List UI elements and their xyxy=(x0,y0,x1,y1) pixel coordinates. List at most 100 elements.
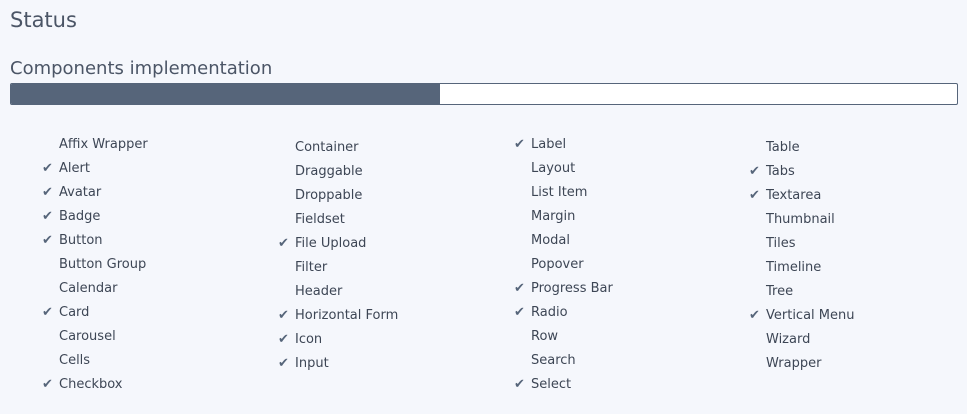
component-label: Carousel xyxy=(59,329,116,344)
component-label: List Item xyxy=(531,185,588,200)
component-list-item: Carousel xyxy=(59,325,148,349)
component-list-item: Timeline xyxy=(766,256,855,280)
component-list-item: Draggable xyxy=(295,160,398,184)
component-list-column-4: Table ✔ Tabs ✔ Textarea Thumbnail Tiles Timelin… xyxy=(749,136,855,376)
component-label: Popover xyxy=(531,257,584,272)
component-label: Table xyxy=(766,140,800,155)
component-label: Tiles xyxy=(766,236,796,251)
component-label: Container xyxy=(295,140,359,155)
check-icon: ✔ xyxy=(749,188,760,203)
status-page: Status Components implementation Affix W… xyxy=(0,0,967,414)
component-list-item: ✔ Avatar xyxy=(42,181,148,205)
component-list-item: Tiles xyxy=(766,232,855,256)
check-icon: ✔ xyxy=(278,308,289,323)
check-icon: ✔ xyxy=(42,185,53,200)
component-label: Header xyxy=(295,284,343,299)
component-list-item: ✔ Progress Bar xyxy=(514,277,613,301)
check-icon: ✔ xyxy=(42,233,53,248)
component-label: Margin xyxy=(531,209,576,224)
component-label: Button xyxy=(59,233,103,248)
progress-bar-fill xyxy=(11,84,440,104)
component-list-item: ✔ Horizontal Form xyxy=(278,304,399,328)
component-list-item: Fieldset xyxy=(295,208,398,232)
check-icon: ✔ xyxy=(278,236,289,251)
component-list-item: ✔ Icon xyxy=(278,328,398,352)
component-list-item: ✔ Button xyxy=(42,229,148,253)
component-list-item: List Item xyxy=(531,181,613,205)
check-icon: ✔ xyxy=(514,137,525,152)
component-list-item: Affix Wrapper xyxy=(59,133,148,157)
component-label: Draggable xyxy=(295,164,363,179)
component-label: Icon xyxy=(295,332,323,347)
component-list-item: ✔ Label xyxy=(514,133,613,157)
check-icon: ✔ xyxy=(42,305,53,320)
component-label: Layout xyxy=(531,161,576,176)
check-icon: ✔ xyxy=(42,377,53,392)
component-label: Label xyxy=(531,137,567,152)
component-list-item: ✔ Vertical Menu xyxy=(749,304,855,328)
component-list-item: Header xyxy=(295,280,398,304)
component-list-item: Thumbnail xyxy=(766,208,855,232)
check-icon: ✔ xyxy=(42,209,53,224)
component-label: Timeline xyxy=(766,260,822,275)
check-icon: ✔ xyxy=(278,356,289,371)
component-list-item: Wizard xyxy=(766,328,855,352)
component-list-item: Popover xyxy=(531,253,613,277)
page-title: Status xyxy=(10,8,77,32)
component-label: Affix Wrapper xyxy=(59,137,148,152)
component-label: Avatar xyxy=(59,185,102,200)
component-list-item: ✔ Checkbox xyxy=(42,373,148,397)
component-list-item: ✔ Card xyxy=(42,301,148,325)
component-label: Thumbnail xyxy=(766,212,835,227)
component-list-item: Droppable xyxy=(295,184,398,208)
component-list-item: Calendar xyxy=(59,277,148,301)
component-list-item: Wrapper xyxy=(766,352,855,376)
component-list-item: Tree xyxy=(766,280,855,304)
component-list-item: ✔ Radio xyxy=(514,301,613,325)
component-label: Input xyxy=(295,356,329,371)
component-list-item: ✔ Textarea xyxy=(749,184,855,208)
component-label: Row xyxy=(531,329,559,344)
component-list-item: Table xyxy=(766,136,855,160)
implementation-progress-bar xyxy=(10,83,958,105)
component-list-item: Modal xyxy=(531,229,613,253)
component-list-item: Cells xyxy=(59,349,148,373)
component-list-item: ✔ Tabs xyxy=(749,160,855,184)
component-list-item: Margin xyxy=(531,205,613,229)
check-icon: ✔ xyxy=(514,377,525,392)
component-label: Select xyxy=(531,377,572,392)
component-label: Modal xyxy=(531,233,570,248)
check-icon: ✔ xyxy=(278,332,289,347)
component-label: Badge xyxy=(59,209,101,224)
component-label: Wizard xyxy=(766,332,811,347)
check-icon: ✔ xyxy=(749,308,760,323)
component-list-item: Filter xyxy=(295,256,398,280)
component-list-column-2: Container Draggable Droppable Fieldset ✔ File… xyxy=(278,136,399,376)
component-label: Tree xyxy=(766,284,794,299)
component-list-column-3: ✔ Label Layout List Item Margin Modal Popover ✔… xyxy=(514,133,613,397)
component-label: Checkbox xyxy=(59,377,123,392)
component-label: Tabs xyxy=(766,164,795,179)
component-label: Vertical Menu xyxy=(766,308,855,323)
component-list-item: Row xyxy=(531,325,613,349)
component-label: Fieldset xyxy=(295,212,345,227)
component-list-item: Button Group xyxy=(59,253,148,277)
component-label: Filter xyxy=(295,260,328,275)
component-label: Horizontal Form xyxy=(295,308,399,323)
component-label: Radio xyxy=(531,305,568,320)
component-list-item: ✔ Badge xyxy=(42,205,148,229)
component-list-item: ✔ Alert xyxy=(42,157,148,181)
component-list-item: Search xyxy=(531,349,613,373)
component-label: Button Group xyxy=(59,257,147,272)
component-label: Droppable xyxy=(295,188,363,203)
component-list-item: ✔ Input xyxy=(278,352,398,376)
check-icon: ✔ xyxy=(514,305,525,320)
section-title: Components implementation xyxy=(10,58,273,79)
component-label: Card xyxy=(59,305,90,320)
component-label: Textarea xyxy=(766,188,822,203)
component-label: Search xyxy=(531,353,576,368)
check-icon: ✔ xyxy=(749,164,760,179)
component-list-column-1: Affix Wrapper ✔ Alert ✔ Avatar ✔ Badge ✔ Button B… xyxy=(42,133,148,397)
component-list-item: ✔ Select xyxy=(514,373,613,397)
component-label: Wrapper xyxy=(766,356,822,371)
